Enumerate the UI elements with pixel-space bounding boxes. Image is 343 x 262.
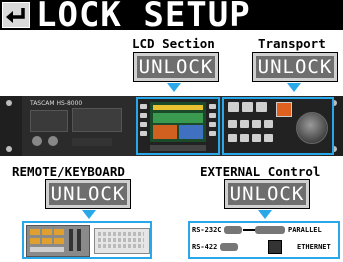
remote-keyboard-label: REMOTE/KEYBOARD: [12, 164, 125, 179]
parallel-port-icon: [255, 226, 285, 234]
transport-arrow-icon: [287, 83, 301, 92]
lcd-side-button: [140, 131, 147, 136]
lcd-arrow-icon: [167, 83, 181, 92]
keyboard: [94, 228, 150, 254]
remote-keyboard-arrow-icon: [82, 210, 96, 219]
rs232c-port-icon: [224, 226, 242, 234]
lcd-side-button: [209, 113, 216, 118]
lcd-screen: [150, 102, 206, 142]
ethernet-label: ETHERNET: [297, 243, 331, 251]
lcd-side-button: [140, 113, 147, 118]
device-brand: TASCAM HS-8000: [30, 100, 83, 107]
transport-key: [242, 102, 253, 112]
record-key: [276, 102, 292, 117]
lcd-section-label: LCD Section: [132, 36, 215, 51]
rs422-port-icon: [220, 243, 238, 251]
transport-key: [252, 134, 261, 142]
transport-key: [228, 134, 237, 142]
return-arrow-icon: [6, 8, 25, 23]
connector-line: [243, 229, 255, 231]
ethernet-port-icon: [268, 240, 282, 254]
transport-key: [228, 102, 239, 112]
transport-key: [264, 120, 273, 128]
transport-key: [240, 120, 249, 128]
rack-screw: [6, 146, 12, 152]
external-arrow-icon: [258, 210, 272, 219]
lcd-unlock-button[interactable]: UNLOCK: [134, 53, 218, 81]
transport-unlock-button[interactable]: UNLOCK: [253, 53, 337, 81]
remote-keyboard-unlock-button[interactable]: UNLOCK: [46, 180, 130, 208]
page-title: LOCK SETUP: [36, 0, 251, 35]
transport-key: [256, 102, 267, 112]
external-control-label: EXTERNAL Control: [200, 164, 321, 179]
rack-screw: [6, 100, 12, 106]
transport-key: [252, 120, 261, 128]
lcd-side-button: [209, 122, 216, 127]
parallel-label: PARALLEL: [288, 226, 322, 234]
lcd-bottom-keys: [150, 145, 206, 151]
external-unlock-button[interactable]: UNLOCK: [225, 180, 309, 208]
cf-slot: [72, 108, 122, 132]
transport-section-label: Transport: [258, 36, 326, 51]
rs422-label: RS-422: [192, 243, 218, 251]
headphone-knob: [48, 136, 58, 146]
front-jacks: [72, 138, 112, 146]
media-slot: [30, 110, 68, 132]
rs232c-label: RS-232C: [192, 226, 222, 234]
lcd-side-button: [209, 104, 216, 109]
transport-key: [240, 134, 249, 142]
lcd-side-button: [140, 104, 147, 109]
lcd-side-button: [140, 122, 147, 127]
remote-controller: [26, 225, 90, 257]
jog-wheel: [296, 112, 328, 144]
transport-key: [228, 120, 237, 128]
back-button[interactable]: [2, 2, 30, 28]
power-switch: [32, 136, 42, 146]
transport-key: [264, 134, 273, 142]
lcd-side-button: [209, 131, 216, 136]
